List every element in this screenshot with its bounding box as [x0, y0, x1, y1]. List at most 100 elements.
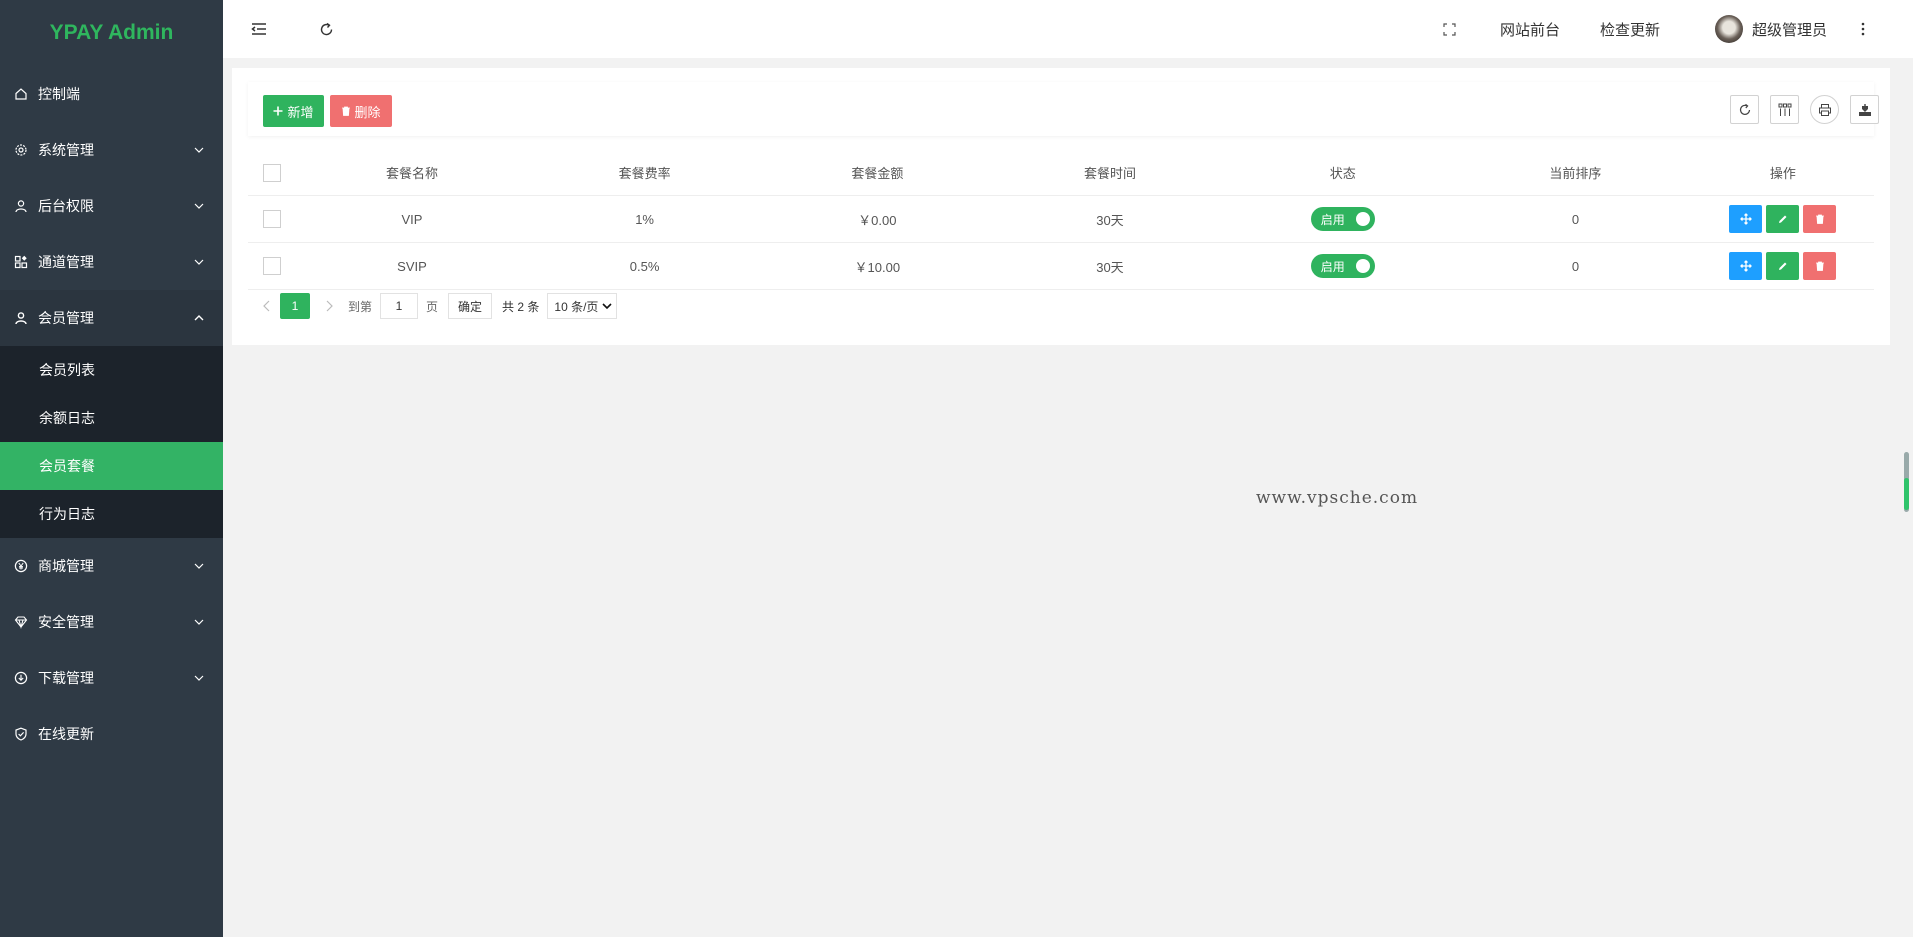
pencil-icon: [1779, 215, 1787, 223]
gear-icon: [14, 143, 28, 157]
column-filter-button[interactable]: [1770, 95, 1799, 124]
refresh-icon: [320, 22, 332, 35]
sidebar-item-label: 在线更新: [38, 726, 94, 742]
pagination: 1 到第 1 页 确定 共 2 条 10 条/页: [262, 293, 618, 319]
row-checkbox-cell: [248, 195, 296, 243]
sidebar-item-channels[interactable]: 通道管理: [0, 234, 223, 290]
sidebar-item-online-update[interactable]: 在线更新: [0, 706, 223, 762]
chevron-down-icon: [194, 563, 204, 569]
chevron-down-icon: [194, 259, 204, 265]
move-icon: [1739, 213, 1752, 225]
delete-row-button[interactable]: [1803, 252, 1837, 280]
avatar: [1714, 15, 1743, 43]
shield-check-icon: [14, 727, 28, 741]
page-size-value: 10 条/页: [554, 299, 599, 314]
diamond-icon: [14, 615, 28, 629]
prev-page-icon[interactable]: [262, 300, 272, 312]
goto-page-input[interactable]: 1: [380, 293, 419, 319]
sidebar-item-security[interactable]: 安全管理: [0, 594, 223, 650]
sidebar-subitem-balance-log[interactable]: 余额日志: [0, 394, 223, 442]
chevron-down-icon: [194, 203, 204, 209]
page-label: 页: [426, 299, 439, 314]
column-header[interactable]: 套餐金额: [760, 150, 994, 196]
plan-rate: 1%: [528, 195, 761, 243]
table-refresh-button[interactable]: [1730, 95, 1759, 124]
status-toggle[interactable]: 启用: [1310, 254, 1375, 278]
sidebar-item-members[interactable]: 会员管理: [0, 290, 223, 346]
top-header: 网站前台 检查更新 超级管理员: [223, 0, 1913, 58]
export-button[interactable]: [1850, 95, 1879, 124]
next-page-icon[interactable]: [324, 300, 334, 312]
export-icon: [1858, 103, 1871, 116]
table-row: VIP 1% ￥0.00 30天 启用 0: [248, 195, 1874, 243]
check-update-link[interactable]: 检查更新: [1597, 0, 1663, 58]
column-header[interactable]: 状态: [1226, 150, 1460, 196]
sidebar-item-downloads[interactable]: 下载管理: [0, 650, 223, 706]
refresh-icon: [1739, 103, 1750, 115]
sidebar-subitem-member-plans[interactable]: 会员套餐: [0, 442, 223, 490]
home-icon: [14, 87, 28, 101]
sidebar-item-label: 安全管理: [38, 614, 94, 630]
sidebar: YPAY Admin 控制端 系统管理 后台权限 通道管理 会员管理 会员列表 …: [0, 0, 223, 937]
frontend-link[interactable]: 网站前台: [1497, 0, 1563, 58]
column-header[interactable]: 套餐时间: [993, 150, 1227, 196]
column-header[interactable]: 当前排序: [1459, 150, 1692, 196]
sidebar-item-console[interactable]: 控制端: [0, 66, 223, 122]
scrollbar-thumb[interactable]: [1904, 478, 1909, 510]
user-menu[interactable]: 超级管理员: [1697, 0, 1845, 58]
sidebar-item-system[interactable]: 系统管理: [0, 122, 223, 178]
status-cell: 启用: [1226, 242, 1460, 290]
fullscreen-button[interactable]: [1439, 0, 1459, 58]
delete-button[interactable]: 删除: [330, 95, 392, 127]
download-icon: [14, 671, 28, 685]
table-row: SVIP 0.5% ￥10.00 30天 启用 0: [248, 242, 1874, 290]
plan-name: SVIP: [295, 242, 529, 290]
goto-label: 到第: [348, 299, 373, 314]
add-button[interactable]: 新增: [263, 95, 324, 127]
plan-sort: 0: [1459, 195, 1692, 243]
delete-row-button[interactable]: [1803, 205, 1837, 233]
edit-button[interactable]: [1766, 252, 1800, 280]
plan-name: VIP: [295, 195, 529, 243]
goto-confirm-button[interactable]: 确定: [448, 293, 493, 319]
chevron-up-icon: [194, 315, 204, 321]
actions-cell: [1691, 195, 1874, 243]
status-toggle-label: 启用: [1320, 212, 1345, 227]
menu-fold-icon: [251, 23, 266, 35]
status-toggle-label: 启用: [1320, 259, 1345, 274]
pencil-icon: [1779, 262, 1787, 270]
print-button[interactable]: [1810, 95, 1839, 124]
sidebar-item-label: 下载管理: [38, 670, 94, 686]
toggle-knob: [1355, 259, 1370, 273]
sidebar-item-label: 系统管理: [38, 142, 94, 158]
delete-button-label: 删除: [354, 104, 381, 120]
row-checkbox[interactable]: [262, 210, 281, 228]
row-checkbox[interactable]: [262, 257, 281, 275]
trash-icon: [1815, 261, 1824, 271]
column-header[interactable]: 套餐费率: [528, 150, 761, 196]
actions-cell: [1691, 242, 1874, 290]
sidebar-item-label: 会员管理: [38, 310, 94, 326]
edit-button[interactable]: [1766, 205, 1800, 233]
table-toolbar: 新增 删除: [248, 82, 1879, 136]
collapse-menu-button[interactable]: [249, 0, 269, 58]
sidebar-item-mall[interactable]: 商城管理: [0, 538, 223, 594]
sidebar-item-admin-permissions[interactable]: 后台权限: [0, 178, 223, 234]
move-button[interactable]: [1729, 205, 1763, 233]
sidebar-subitem-member-list[interactable]: 会员列表: [0, 346, 223, 394]
select-all-checkbox[interactable]: [262, 163, 281, 182]
current-page[interactable]: 1: [280, 293, 310, 319]
page-size-select[interactable]: 10 条/页: [547, 293, 618, 319]
refresh-button[interactable]: [316, 0, 336, 58]
columns-icon: [1778, 103, 1791, 116]
more-button[interactable]: [1853, 0, 1873, 58]
status-toggle[interactable]: 启用: [1310, 207, 1375, 231]
watermark-text: www.vpsche.com: [1256, 488, 1419, 508]
app-logo: YPAY Admin: [49, 21, 174, 44]
row-checkbox-cell: [248, 242, 296, 290]
trash-icon: [342, 106, 351, 116]
move-button[interactable]: [1729, 252, 1763, 280]
plan-amount: ￥10.00: [760, 242, 994, 290]
column-header[interactable]: 套餐名称: [295, 150, 529, 196]
sidebar-subitem-behavior-log[interactable]: 行为日志: [0, 490, 223, 538]
